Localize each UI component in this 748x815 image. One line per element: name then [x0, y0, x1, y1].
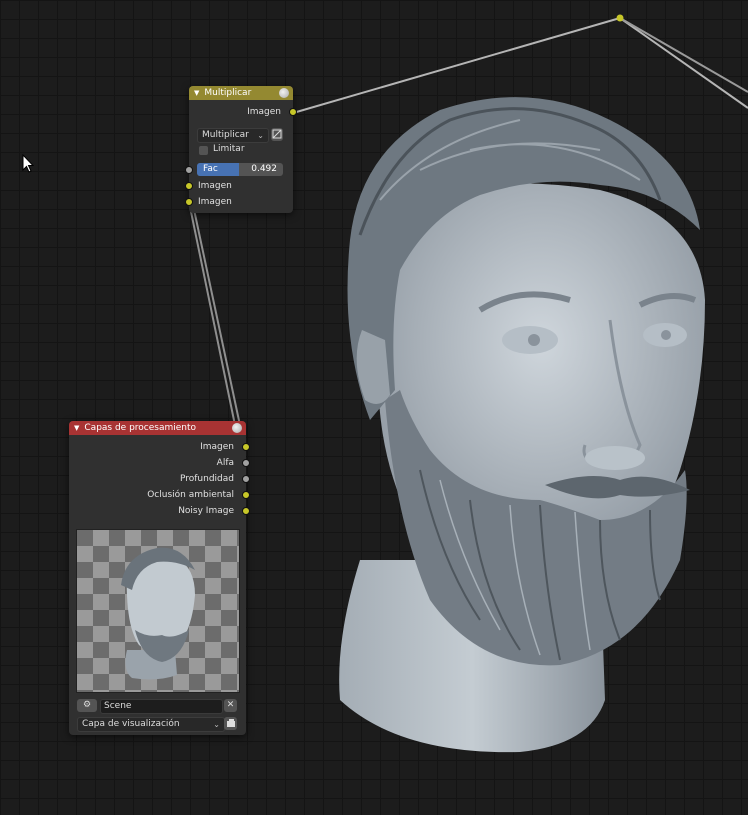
- blend-mode-value: Multiplicar: [202, 130, 249, 140]
- fac-input-socket[interactable]: [185, 166, 193, 174]
- output-image-socket[interactable]: [289, 108, 297, 116]
- output-noisy-label: Noisy Image: [178, 506, 234, 516]
- render-layers-outputs: Imagen Alfa Profundidad Oclusión ambient…: [69, 439, 250, 519]
- use-alpha-toggle[interactable]: [271, 128, 283, 141]
- close-icon: ✕: [226, 700, 235, 710]
- input-image-2-label: Imagen: [198, 197, 232, 207]
- render-layers-title: Capas de procesamiento: [84, 423, 197, 433]
- render-layer-icon: [226, 719, 235, 727]
- output-noisy-row: Noisy Image: [69, 503, 250, 519]
- output-alfa-row: Alfa: [69, 455, 250, 471]
- output-profundidad-row: Profundidad: [69, 471, 250, 487]
- output-alfa-label: Alfa: [216, 458, 234, 468]
- scene-name-value: Scene: [104, 701, 132, 711]
- input-image-2-socket[interactable]: [185, 198, 193, 206]
- input-image-1-label: Imagen: [198, 181, 232, 191]
- render-layer-button[interactable]: [224, 717, 237, 730]
- clamp-checkbox[interactable]: [199, 146, 208, 155]
- multiply-node[interactable]: ▼ Multiplicar Imagen Multiplicar ⌄ Limit…: [185, 86, 297, 213]
- fac-slider[interactable]: Fac 0.492: [197, 163, 283, 176]
- arrow-cursor-icon: [22, 154, 34, 173]
- output-imagen-label: Imagen: [200, 442, 234, 452]
- multiply-node-title: Multiplicar: [204, 88, 252, 98]
- clamp-label: Limitar: [213, 144, 245, 154]
- output-noisy-socket[interactable]: [242, 507, 250, 515]
- preview-toggle-icon[interactable]: [232, 423, 242, 433]
- input-image-1-row: Imagen: [185, 178, 302, 194]
- scene-name-field[interactable]: Scene: [100, 699, 223, 714]
- output-ao-socket[interactable]: [242, 491, 250, 499]
- render-preview-image: [76, 529, 240, 693]
- input-image-2-row: Imagen: [185, 194, 302, 210]
- output-profundidad-label: Profundidad: [179, 474, 234, 484]
- view-layer-value: Capa de visualización: [82, 719, 180, 729]
- preview-head-thumbnail: [121, 547, 195, 680]
- blend-mode-dropdown[interactable]: Multiplicar ⌄: [197, 128, 269, 143]
- output-image-row: Imagen: [189, 104, 297, 120]
- output-imagen-socket[interactable]: [242, 443, 250, 451]
- collapse-arrow-icon[interactable]: ▼: [194, 89, 199, 97]
- scene-browse-button[interactable]: ⚙: [77, 699, 97, 712]
- chevron-down-icon: ⌄: [257, 131, 264, 140]
- output-ao-row: Oclusión ambiental: [69, 487, 250, 503]
- view-layer-dropdown[interactable]: Capa de visualización ⌄: [77, 717, 225, 732]
- preview-toggle-icon[interactable]: [279, 88, 289, 98]
- output-ao-label: Oclusión ambiental: [147, 490, 234, 500]
- output-image-label: Imagen: [247, 107, 281, 117]
- fac-label: Fac: [203, 164, 218, 174]
- output-profundidad-socket[interactable]: [242, 475, 250, 483]
- output-alfa-socket[interactable]: [242, 459, 250, 467]
- chevron-down-icon: ⌄: [213, 720, 220, 729]
- multiply-node-header[interactable]: ▼ Multiplicar: [189, 86, 293, 100]
- collapse-arrow-icon[interactable]: ▼: [74, 424, 79, 432]
- alpha-icon: [272, 129, 282, 139]
- render-layers-node[interactable]: ▼ Capas de procesamiento Imagen Alfa Pro…: [69, 421, 250, 735]
- input-image-1-socket[interactable]: [185, 182, 193, 190]
- output-imagen-row: Imagen: [69, 439, 250, 455]
- clear-scene-button[interactable]: ✕: [224, 699, 237, 712]
- scene-icon: ⚙: [82, 700, 92, 710]
- render-layers-header[interactable]: ▼ Capas de procesamiento: [69, 421, 246, 435]
- fac-value: 0.492: [251, 164, 277, 174]
